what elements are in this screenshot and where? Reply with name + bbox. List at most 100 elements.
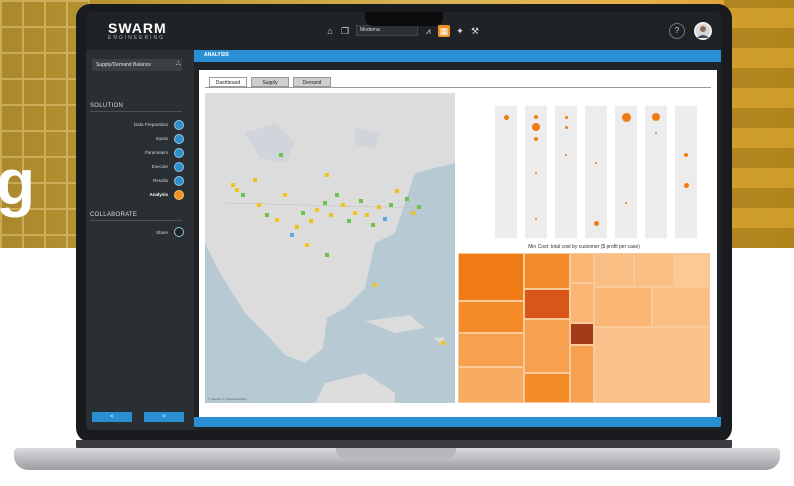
dot-plot-point[interactable] (625, 202, 627, 204)
dot-plot-point[interactable] (535, 172, 537, 174)
treemap-cell[interactable] (570, 345, 594, 403)
dot-plot-point[interactable] (593, 220, 599, 226)
map-location-marker[interactable] (275, 218, 279, 222)
dot-plot-point[interactable] (532, 123, 540, 131)
map-location-marker[interactable] (290, 233, 294, 237)
dot-plot-point[interactable] (503, 114, 509, 120)
dot-plot-point[interactable] (621, 112, 631, 122)
map-location-marker[interactable] (371, 223, 375, 227)
tab-dashboard[interactable]: Dashboard (209, 77, 247, 87)
scenario-selector[interactable]: Supply/Demand Balance (92, 59, 182, 71)
sidebar-item-execute[interactable]: Execute (152, 164, 168, 169)
map-location-marker[interactable] (295, 225, 299, 229)
map-location-marker[interactable] (335, 193, 339, 197)
map-location-marker[interactable] (305, 243, 309, 247)
map-location-marker[interactable] (417, 205, 421, 209)
map-location-marker[interactable] (253, 178, 257, 182)
map-location-marker[interactable] (329, 213, 333, 217)
map-location-marker[interactable] (241, 193, 245, 197)
map-location-marker[interactable] (323, 201, 327, 205)
map-location-marker[interactable] (301, 211, 305, 215)
step-icon[interactable] (174, 176, 184, 186)
share-icon[interactable] (174, 227, 184, 237)
map-location-marker[interactable] (341, 203, 345, 207)
map-location-marker[interactable] (265, 213, 269, 217)
user-avatar[interactable] (694, 22, 712, 40)
map-location-marker[interactable] (315, 208, 319, 212)
home-icon[interactable]: ⌂ (324, 25, 336, 37)
sidebar-item-parameters[interactable]: Parameters (145, 150, 168, 155)
dot-plot-point[interactable] (652, 113, 660, 121)
map-location-marker[interactable] (283, 193, 287, 197)
map-location-marker[interactable] (235, 188, 239, 192)
treemap-cell[interactable] (594, 327, 710, 403)
map-location-marker[interactable] (383, 217, 387, 221)
wrench-icon[interactable]: ⚒ (469, 25, 481, 37)
dot-plot-point[interactable] (655, 132, 657, 134)
map-location-marker[interactable] (373, 283, 377, 287)
grid-icon[interactable]: ▦ (438, 25, 450, 37)
treemap-cell[interactable] (524, 289, 570, 319)
dot-plot-point[interactable] (684, 153, 688, 157)
map-location-marker[interactable] (231, 183, 235, 187)
tab-demand[interactable]: Demand (293, 77, 331, 87)
map-location-marker[interactable] (359, 199, 363, 203)
sidebar-item-results[interactable]: Results (153, 178, 168, 183)
dot-plot-point[interactable] (564, 115, 568, 119)
treemap-cell[interactable] (524, 319, 570, 373)
sidebar-item-analysis[interactable]: Analysis (149, 192, 168, 197)
map-location-marker[interactable] (395, 189, 399, 193)
map-location-marker[interactable] (309, 219, 313, 223)
bookmark-icon[interactable]: ❐ (339, 25, 351, 37)
step-icon-active[interactable] (174, 190, 184, 200)
treemap-cell[interactable] (674, 253, 710, 287)
treemap-cell[interactable] (634, 253, 674, 287)
map-location-marker[interactable] (353, 211, 357, 215)
dot-plot-point[interactable] (534, 115, 538, 119)
step-icon[interactable] (174, 120, 184, 130)
dot-plot-point[interactable] (534, 137, 538, 141)
chart-icon[interactable]: ⩘ (422, 25, 434, 37)
map-location-marker[interactable] (347, 219, 351, 223)
wand-icon[interactable]: ✦ (454, 25, 466, 37)
map-location-marker[interactable] (257, 203, 261, 207)
map-location-marker[interactable] (279, 153, 283, 157)
model-select[interactable]: Moderna (356, 25, 418, 36)
map-location-marker[interactable] (389, 203, 393, 207)
treemap-cell[interactable] (458, 367, 524, 403)
help-button[interactable]: ? (669, 23, 685, 39)
treemap-cell[interactable] (524, 373, 570, 403)
map-location-marker[interactable] (325, 253, 329, 257)
treemap-cell[interactable] (594, 253, 634, 287)
treemap-cell[interactable] (458, 301, 524, 333)
cost-treemap[interactable] (458, 253, 710, 403)
hierarchy-icon[interactable]: ⛬ (176, 60, 181, 68)
treemap-cell[interactable] (570, 253, 594, 283)
prev-button[interactable]: < (92, 412, 132, 422)
dot-plot-point[interactable] (683, 182, 689, 188)
map-location-marker[interactable] (441, 341, 445, 345)
sidebar-item-inputs[interactable]: Inputs (156, 136, 168, 141)
tab-supply[interactable]: Supply (251, 77, 289, 87)
treemap-cell[interactable] (524, 253, 570, 289)
treemap-cell[interactable] (652, 287, 710, 327)
next-button[interactable]: > (144, 412, 184, 422)
location-map[interactable]: © Mapbox © OpenStreetMap (205, 93, 455, 403)
step-icon[interactable] (174, 162, 184, 172)
treemap-cell[interactable] (570, 323, 594, 345)
step-icon[interactable] (174, 134, 184, 144)
treemap-cell[interactable] (458, 253, 524, 301)
map-location-marker[interactable] (411, 211, 415, 215)
map-location-marker[interactable] (325, 173, 329, 177)
map-location-marker[interactable] (405, 197, 409, 201)
sidebar-item-share[interactable]: Share (156, 230, 168, 235)
treemap-cell[interactable] (458, 333, 524, 367)
dot-plot-point[interactable] (535, 218, 537, 220)
sidebar-item-data-preparation[interactable]: Data Preparation (134, 122, 168, 127)
dot-plot-point[interactable] (564, 125, 568, 129)
step-icon[interactable] (174, 148, 184, 158)
treemap-cell[interactable] (594, 287, 652, 327)
map-location-marker[interactable] (365, 213, 369, 217)
map-location-marker[interactable] (377, 205, 381, 209)
dot-plot-point[interactable] (565, 154, 567, 156)
